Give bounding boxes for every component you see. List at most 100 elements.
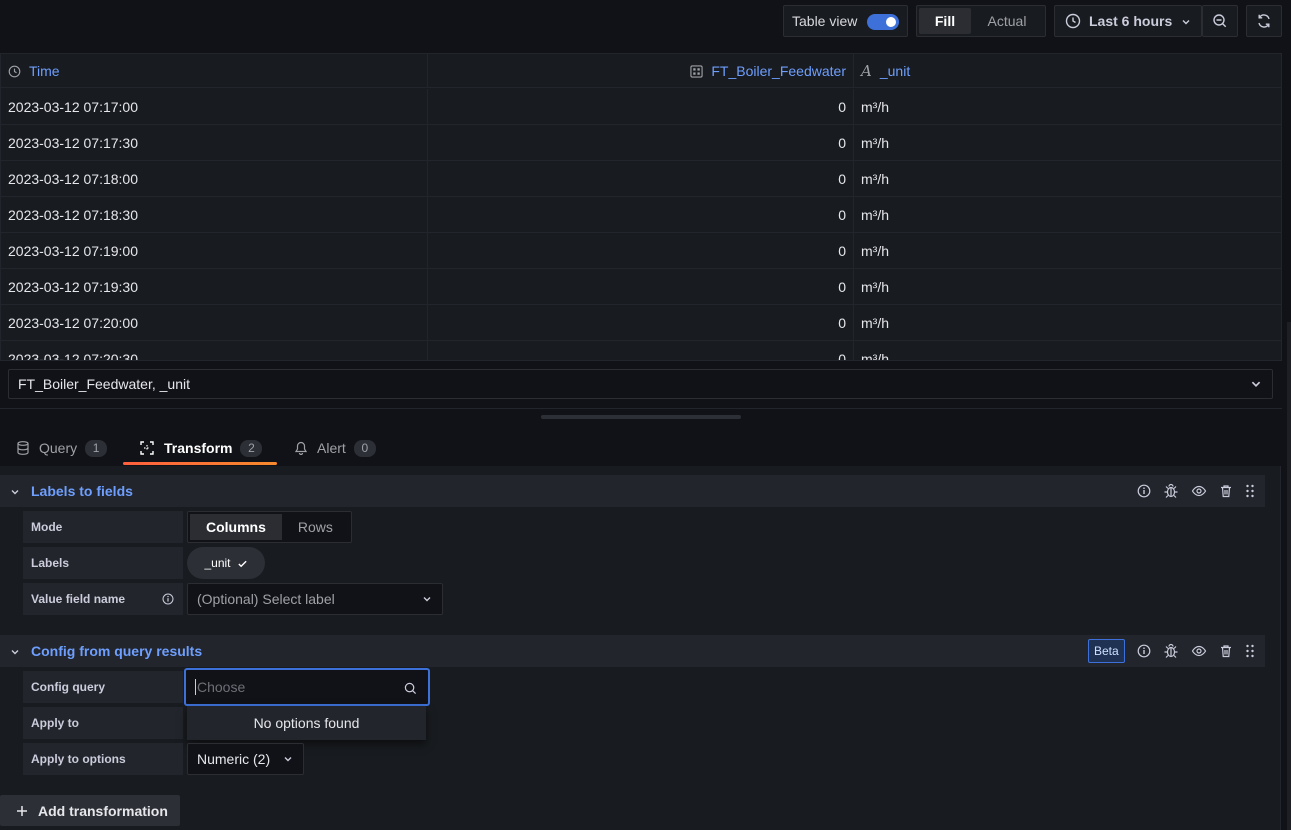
cell-value: 0 [428,269,854,304]
transformation-title: Config from query results [31,643,203,659]
chevron-down-icon [422,594,432,604]
clock-icon [1065,13,1081,29]
value-field-name-label: Value field name [23,583,183,615]
trash-icon[interactable] [1219,644,1233,658]
cell-unit: m³/h [861,98,889,115]
info-icon[interactable] [1137,484,1151,498]
database-icon [17,441,29,455]
cell-unit: m³/h [861,350,889,361]
frame-field-select[interactable]: FT_Boiler_Feedwater, _unit [8,369,1273,399]
table-row: 2023-03-12 07:20:00 0 m³/h [1,305,1281,341]
value-field-name-select[interactable]: (Optional) Select label [187,583,443,615]
column-header-time[interactable]: Time [1,54,428,88]
clock-icon [8,65,21,78]
actual-option[interactable]: Actual [971,8,1043,34]
chevron-down-icon[interactable] [10,647,20,657]
time-range-label: Last 6 hours [1089,13,1173,29]
table-row: 2023-03-12 07:18:00 0 m³/h [1,161,1281,197]
table-row: 2023-03-12 07:17:00 0 m³/h [1,89,1281,125]
cell-time: 2023-03-12 07:17:30 [1,125,428,160]
eye-icon[interactable] [1191,483,1207,499]
refresh-icon [1256,13,1272,29]
cell-time: 2023-03-12 07:18:30 [1,197,428,232]
mode-option-columns[interactable]: Columns [190,514,282,540]
info-icon[interactable] [162,593,174,605]
cell-value: 0 [428,89,854,124]
cell-value: 0 [428,197,854,232]
info-icon[interactable] [1137,644,1151,658]
config-query-input[interactable]: Choose [185,669,429,705]
apply-to-options-value: Numeric (2) [197,751,271,767]
tab-count-badge: 1 [85,439,108,457]
column-header-unit[interactable]: A _unit [854,54,1281,88]
column-header-label: FT_Boiler_Feedwater [711,63,846,79]
column-header-ft-boiler-feedwater[interactable]: FT_Boiler_Feedwater [428,54,854,88]
fill-option[interactable]: Fill [919,8,971,34]
cell-time: 2023-03-12 07:17:00 [1,89,428,124]
drag-handle-icon[interactable] [1245,644,1255,658]
mode-option-rows[interactable]: Rows [282,514,349,540]
add-transformation-label: Add transformation [38,802,168,819]
cell-time: 2023-03-12 07:20:00 [1,305,428,340]
tab-alert[interactable]: Alert 0 [295,430,376,466]
transformation-actions [1137,643,1255,659]
eye-icon[interactable] [1191,643,1207,659]
tab-transform[interactable]: Transform 2 [140,430,263,466]
drag-handle-icon[interactable] [1245,484,1255,498]
cell-unit: m³/h [861,206,889,223]
zoom-out-button[interactable] [1202,5,1238,37]
apply-to-options-select[interactable]: Numeric (2) [187,743,304,775]
search-icon [404,682,417,695]
cell-value: 0 [428,305,854,340]
chevron-down-icon [1181,17,1191,27]
table-view-switch[interactable] [867,14,899,30]
cell-value: 0 [428,161,854,196]
cell-unit: m³/h [861,278,889,295]
bug-icon[interactable] [1163,483,1179,499]
trash-icon[interactable] [1219,484,1233,498]
zoom-out-icon [1212,13,1228,29]
config-query-label: Config query [23,671,183,703]
table-body: 2023-03-12 07:17:00 0 m³/h 2023-03-12 07… [1,89,1281,361]
check-icon [237,558,248,569]
pane-resize-handle[interactable] [541,415,741,419]
config-query-placeholder: Choose [195,679,246,695]
cell-value: 0 [428,125,854,160]
grid-icon [690,64,704,78]
labels-label: Labels [23,547,183,579]
plus-icon [16,805,28,817]
tab-query[interactable]: Query 1 [17,430,108,466]
fill-actual-selector: Fill Actual [916,5,1046,37]
beta-badge: Beta [1088,639,1125,663]
label-chip-text: _unit [204,556,231,570]
table-view-label: Table view [792,13,858,29]
refresh-button[interactable] [1246,5,1282,37]
table-row: 2023-03-12 07:17:30 0 m³/h [1,125,1281,161]
column-header-label: _unit [879,63,911,79]
chevron-down-icon [283,754,293,764]
transformation-header-config-from-query[interactable]: Config from query results Beta [0,635,1265,667]
mode-label: Mode [23,511,183,543]
tab-label: Transform [164,440,233,456]
transformation-actions [1137,483,1255,499]
table-row: 2023-03-12 07:18:30 0 m³/h [1,197,1281,233]
table-view-toggle[interactable]: Table view [783,5,908,37]
scrollbar[interactable] [1287,322,1291,830]
table-row: 2023-03-12 07:20:30 0 m³/h [1,341,1281,361]
cell-unit: m³/h [861,134,889,151]
column-header-label: Time [29,63,60,79]
cell-time: 2023-03-12 07:19:30 [1,269,428,304]
tab-count-badge: 2 [240,439,263,457]
table-row: 2023-03-12 07:19:00 0 m³/h [1,233,1281,269]
label-chip-unit[interactable]: _unit [187,547,265,579]
time-range-picker[interactable]: Last 6 hours [1054,5,1202,37]
active-tab-indicator [123,462,277,465]
bug-icon[interactable] [1163,643,1179,659]
transform-icon [140,441,154,455]
cell-time: 2023-03-12 07:19:00 [1,233,428,268]
transformation-header-labels-to-fields[interactable]: Labels to fields [0,475,1265,507]
table-header: Time FT_Boiler_Feedwater A _unit [1,54,1281,88]
add-transformation-button[interactable]: Add transformation [0,795,180,826]
chevron-down-icon[interactable] [10,487,20,497]
frame-field-select-value: FT_Boiler_Feedwater, _unit [18,376,190,392]
